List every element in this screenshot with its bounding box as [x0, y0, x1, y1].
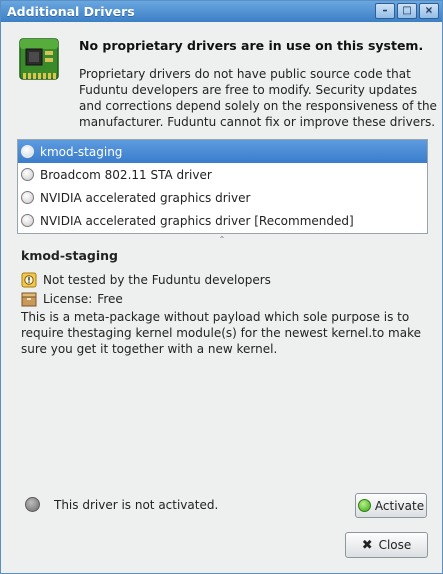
- title-bar[interactable]: Additional Drivers – □ ×: [1, 1, 442, 22]
- close-button[interactable]: ✖ Close: [345, 532, 428, 558]
- close-button-label: Close: [378, 538, 412, 552]
- driver-chip-icon: [19, 38, 59, 80]
- driver-label: NVIDIA accelerated graphics driver [Reco…: [40, 213, 354, 228]
- driver-label: kmod-staging: [40, 144, 123, 159]
- pane-resize-handle[interactable]: ⌃: [218, 236, 226, 244]
- driver-list-item[interactable]: NVIDIA accelerated graphics driver: [18, 186, 427, 209]
- driver-description: This is a meta-package without payload w…: [21, 310, 421, 356]
- activate-button-label: Activate: [374, 498, 425, 513]
- window-controls: – □ ×: [375, 3, 439, 19]
- driver-label: Broadcom 802.11 STA driver: [40, 167, 212, 182]
- details-title: kmod-staging: [21, 248, 118, 263]
- radio-indicator[interactable]: [21, 145, 34, 158]
- license-label: License:: [43, 291, 93, 306]
- license-box-icon: [21, 292, 37, 306]
- driver-details: kmod-staging Not tested by the Fuduntu d…: [21, 248, 431, 357]
- proprietary-explanation: Proprietary drivers do not have public s…: [79, 67, 437, 129]
- close-window-button[interactable]: ×: [419, 3, 439, 19]
- inactive-status-icon: [25, 497, 40, 512]
- license-row: License: Free: [21, 289, 431, 308]
- warning-icon: [21, 272, 37, 287]
- support-note: Not tested by the Fuduntu developers: [43, 272, 271, 287]
- radio-indicator[interactable]: [21, 168, 34, 181]
- activate-button[interactable]: Activate: [355, 493, 427, 518]
- activate-icon: [357, 499, 371, 512]
- radio-indicator[interactable]: [21, 191, 34, 204]
- license-value: Free: [97, 291, 123, 306]
- maximize-button[interactable]: □: [397, 3, 417, 19]
- window-title: Additional Drivers: [7, 4, 135, 19]
- status-text: This driver is not activated.: [54, 497, 219, 512]
- support-row: Not tested by the Fuduntu developers: [21, 270, 431, 289]
- activation-status: This driver is not activated.: [25, 497, 218, 512]
- driver-list[interactable]: kmod-staging Broadcom 802.11 STA driver …: [17, 139, 428, 234]
- close-icon: ✖: [361, 537, 373, 553]
- driver-list-item[interactable]: kmod-staging: [18, 140, 427, 163]
- driver-list-item[interactable]: Broadcom 802.11 STA driver: [18, 163, 427, 186]
- minimize-button[interactable]: –: [375, 3, 395, 19]
- radio-indicator[interactable]: [21, 214, 34, 227]
- driver-label: NVIDIA accelerated graphics driver: [40, 190, 251, 205]
- driver-list-item[interactable]: NVIDIA accelerated graphics driver [Reco…: [18, 209, 427, 232]
- status-heading: No proprietary drivers are in use on thi…: [79, 38, 424, 53]
- additional-drivers-window: Additional Drivers – □ × No proprietary …: [0, 0, 443, 574]
